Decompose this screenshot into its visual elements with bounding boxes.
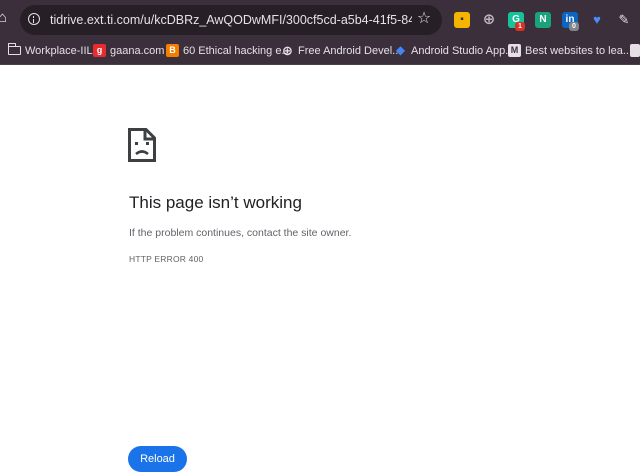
error-code: HTTP ERROR 400	[129, 254, 204, 264]
error-message: If the problem continues, contact the si…	[129, 227, 352, 239]
eyedropper-icon[interactable]: ✎	[616, 12, 632, 28]
error-title: This page isn’t working	[129, 193, 302, 212]
globe-icon: ⊕	[282, 43, 293, 58]
bookmark-free-android[interactable]: ⊕ Free Android Devel...	[281, 42, 401, 60]
bookmark-workplace-iil[interactable]: Workplace-IIL	[7, 42, 93, 60]
bookmark-ethical-hacking[interactable]: B 60 Ethical hacking e...	[166, 42, 291, 60]
globe-icon[interactable]: ⊕	[481, 12, 497, 28]
bookmark-android-studio[interactable]: ◆ Android Studio App...	[394, 42, 514, 60]
bookmark-overflow[interactable]	[630, 42, 640, 60]
bookmark-gaana[interactable]: g gaana.com	[93, 42, 164, 60]
url-text[interactable]: tidrive.ext.ti.com/u/kcDBRz_AwQODwMFI/30…	[50, 12, 412, 29]
sad-page-icon	[128, 128, 156, 162]
home-icon[interactable]: ⌂	[0, 10, 12, 26]
medium-icon: M	[508, 44, 521, 57]
android-studio-icon: ◆	[395, 43, 406, 57]
bookmark-overflow-icon	[630, 44, 640, 57]
notion-icon[interactable]: N	[535, 12, 551, 28]
site-info-icon[interactable]	[28, 13, 40, 25]
blogger-icon: B	[166, 44, 179, 57]
linkedin-badge: 0	[569, 22, 579, 31]
grammar-badge: 1	[515, 22, 525, 31]
bookmark-star-icon[interactable]: ☆	[416, 11, 432, 27]
folder-icon	[7, 43, 21, 55]
bookmark-best-websites[interactable]: M Best websites to lea...	[508, 42, 632, 60]
bookmark-label: 60 Ethical hacking e...	[183, 45, 291, 57]
bookmark-label: Free Android Devel...	[298, 45, 402, 57]
bookmark-label: Best websites to lea...	[525, 45, 632, 57]
reload-button[interactable]: Reload	[128, 446, 187, 472]
bookmark-label: Workplace-IIL	[25, 45, 93, 57]
address-bar[interactable]: tidrive.ext.ti.com/u/kcDBRz_AwQODwMFI/30…	[20, 5, 442, 35]
heart-shield-icon[interactable]: ♥	[589, 12, 605, 28]
keep-note-icon[interactable]: ▪	[454, 12, 470, 28]
bookmarks-bar: Workplace-IIL g gaana.com B 60 Ethical h…	[0, 38, 640, 65]
bookmark-label: gaana.com	[110, 45, 165, 57]
bookmark-label: Android Studio App...	[411, 45, 515, 57]
gaana-icon: g	[93, 44, 106, 57]
browser-toolbar: ⌂ tidrive.ext.ti.com/u/kcDBRz_AwQODwMFI/…	[0, 0, 640, 38]
